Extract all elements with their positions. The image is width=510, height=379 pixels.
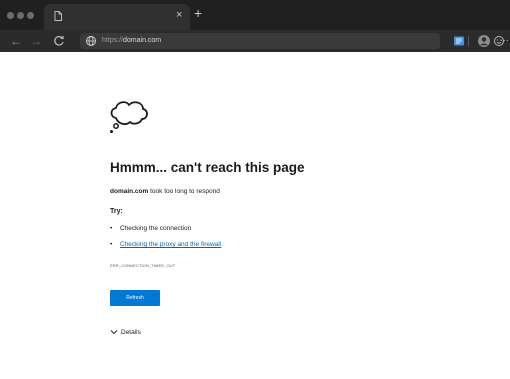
url-host: domain.com: [123, 37, 162, 44]
details-toggle[interactable]: Details: [110, 329, 141, 336]
new-tab-button[interactable]: +: [194, 6, 202, 20]
suggestion-check-connection: Checking the connection: [120, 225, 192, 232]
description-text: took too long to respond: [148, 188, 220, 195]
minimize-window-button[interactable]: [17, 12, 24, 19]
maximize-window-button[interactable]: [27, 12, 34, 19]
proxy-firewall-link[interactable]: Checking the proxy and the firewall: [120, 241, 221, 248]
try-heading: Try:: [110, 208, 123, 215]
error-code: ERR_CONNECTION_TIMED_OUT: [110, 263, 176, 268]
suggestion-item: • Checking the connection: [110, 225, 191, 232]
reading-view-icon[interactable]: [451, 33, 467, 49]
suggestion-item: • Checking the proxy and the firewall: [110, 241, 221, 248]
title-bar: × +: [0, 0, 510, 30]
close-window-button[interactable]: [7, 12, 14, 19]
refresh-button[interactable]: Refresh: [110, 290, 160, 306]
url-scheme: https://: [102, 37, 124, 44]
bullet: •: [110, 241, 113, 248]
details-label: Details: [121, 329, 141, 336]
url-text: https://domain.com: [102, 35, 161, 47]
forward-icon[interactable]: →: [28, 33, 44, 49]
browser-window: × + ← → https://domain.com ··· Hmmm... c…: [0, 0, 510, 379]
tab-close-icon[interactable]: ×: [176, 9, 182, 21]
toolbar-divider: [468, 36, 469, 46]
page-icon: [54, 11, 62, 21]
chevron-down-icon: [110, 330, 118, 335]
reload-icon[interactable]: [51, 33, 67, 49]
browser-tab[interactable]: ×: [44, 4, 190, 30]
globe-icon: [86, 36, 96, 46]
error-description: domain.com took too long to respond: [110, 188, 220, 195]
bullet: •: [110, 225, 113, 232]
profile-icon[interactable]: [476, 33, 492, 49]
more-icon[interactable]: ···: [500, 33, 509, 47]
description-domain: domain.com: [110, 188, 149, 195]
page-title: Hmmm... can't reach this page: [110, 160, 305, 175]
back-icon[interactable]: ←: [8, 33, 24, 49]
thought-cloud-icon: [110, 101, 148, 133]
error-page: Hmmm... can't reach this page domain.com…: [0, 52, 510, 379]
address-bar[interactable]: https://domain.com: [80, 33, 440, 49]
toolbar: ← → https://domain.com ···: [0, 30, 510, 52]
